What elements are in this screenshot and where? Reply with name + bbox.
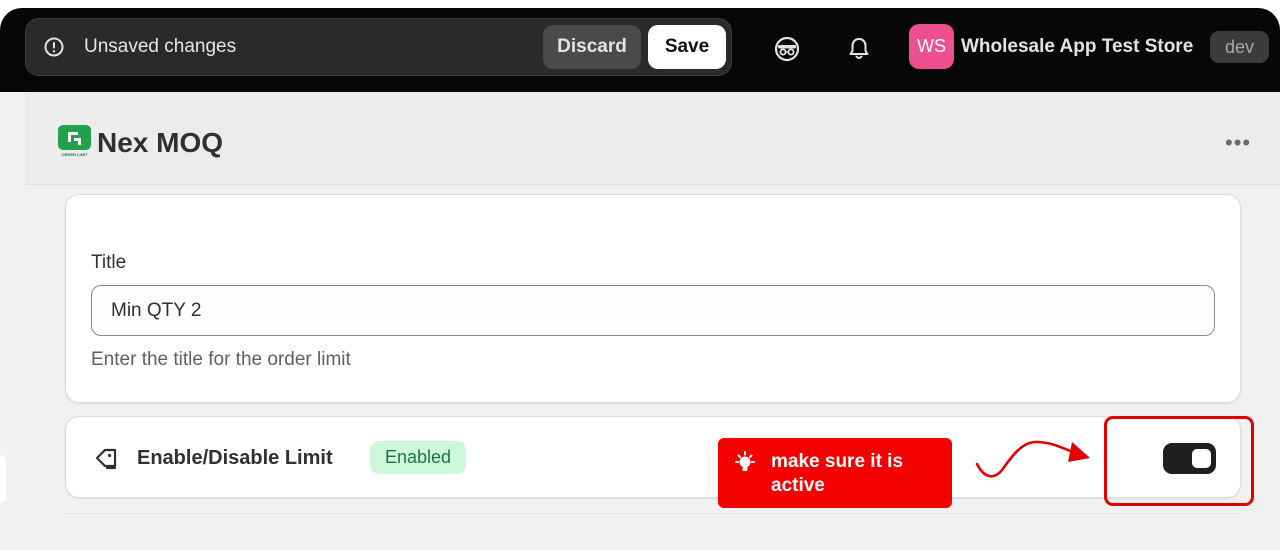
page-title: Nex MOQ [97,127,224,158]
top-bar: Unsaved changes Discard Save WS Wholesal… [0,8,1280,92]
divider [65,513,1241,514]
discard-button[interactable]: Discard [543,25,641,69]
annotation-arrow [975,440,1090,478]
page-header: ORDER LIMIT Nex MOQ ••• [25,92,1280,185]
svg-text:ORDER LIMIT: ORDER LIMIT [62,152,89,157]
contextual-save-bar: Unsaved changes Discard Save [25,18,732,76]
unsaved-changes-text: Unsaved changes [84,36,237,57]
store-name[interactable]: Wholesale App Test Store [961,36,1193,58]
annotation-callout: make sure it is active [718,438,952,508]
limit-toggle-label: Enable/Disable Limit [137,447,333,469]
side-tab [0,455,6,503]
status-badge: Enabled [370,441,466,474]
save-button[interactable]: Save [648,25,726,69]
store-avatar[interactable]: WS [909,24,954,69]
title-field-label: Title [91,252,127,273]
bell-icon[interactable] [846,35,872,63]
more-actions-button[interactable]: ••• [1225,132,1251,154]
app-logo: ORDER LIMIT [58,125,91,157]
lightbulb-icon [735,451,755,471]
incognito-icon[interactable] [773,35,801,63]
env-badge: dev [1210,31,1269,63]
tag-icon [95,448,117,470]
annotation-text: make sure it is active [771,451,904,496]
annotation-highlight-box [1104,416,1254,506]
title-input[interactable] [91,285,1215,336]
title-card: Title Enter the title for the order limi… [65,194,1241,403]
title-help-text: Enter the title for the order limit [91,349,351,370]
alert-circle-icon [44,37,64,57]
